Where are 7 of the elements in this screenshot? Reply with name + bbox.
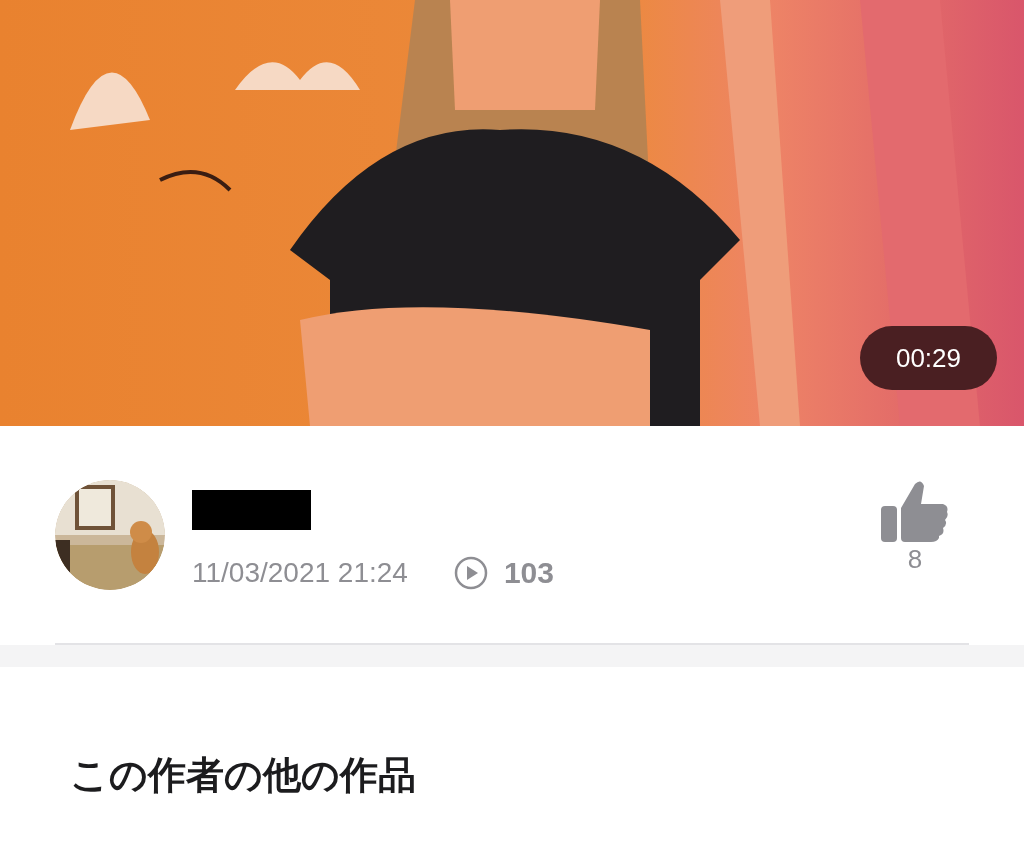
play-icon	[453, 555, 488, 590]
thumbs-up-icon[interactable]	[881, 480, 949, 542]
section-title: この作者の他の作品	[70, 753, 417, 798]
duration-badge: 00:29	[859, 326, 997, 390]
play-count: 103	[503, 555, 554, 591]
like-count: 8	[907, 546, 923, 572]
post-date: 11/03/2021 21:24	[192, 555, 408, 590]
